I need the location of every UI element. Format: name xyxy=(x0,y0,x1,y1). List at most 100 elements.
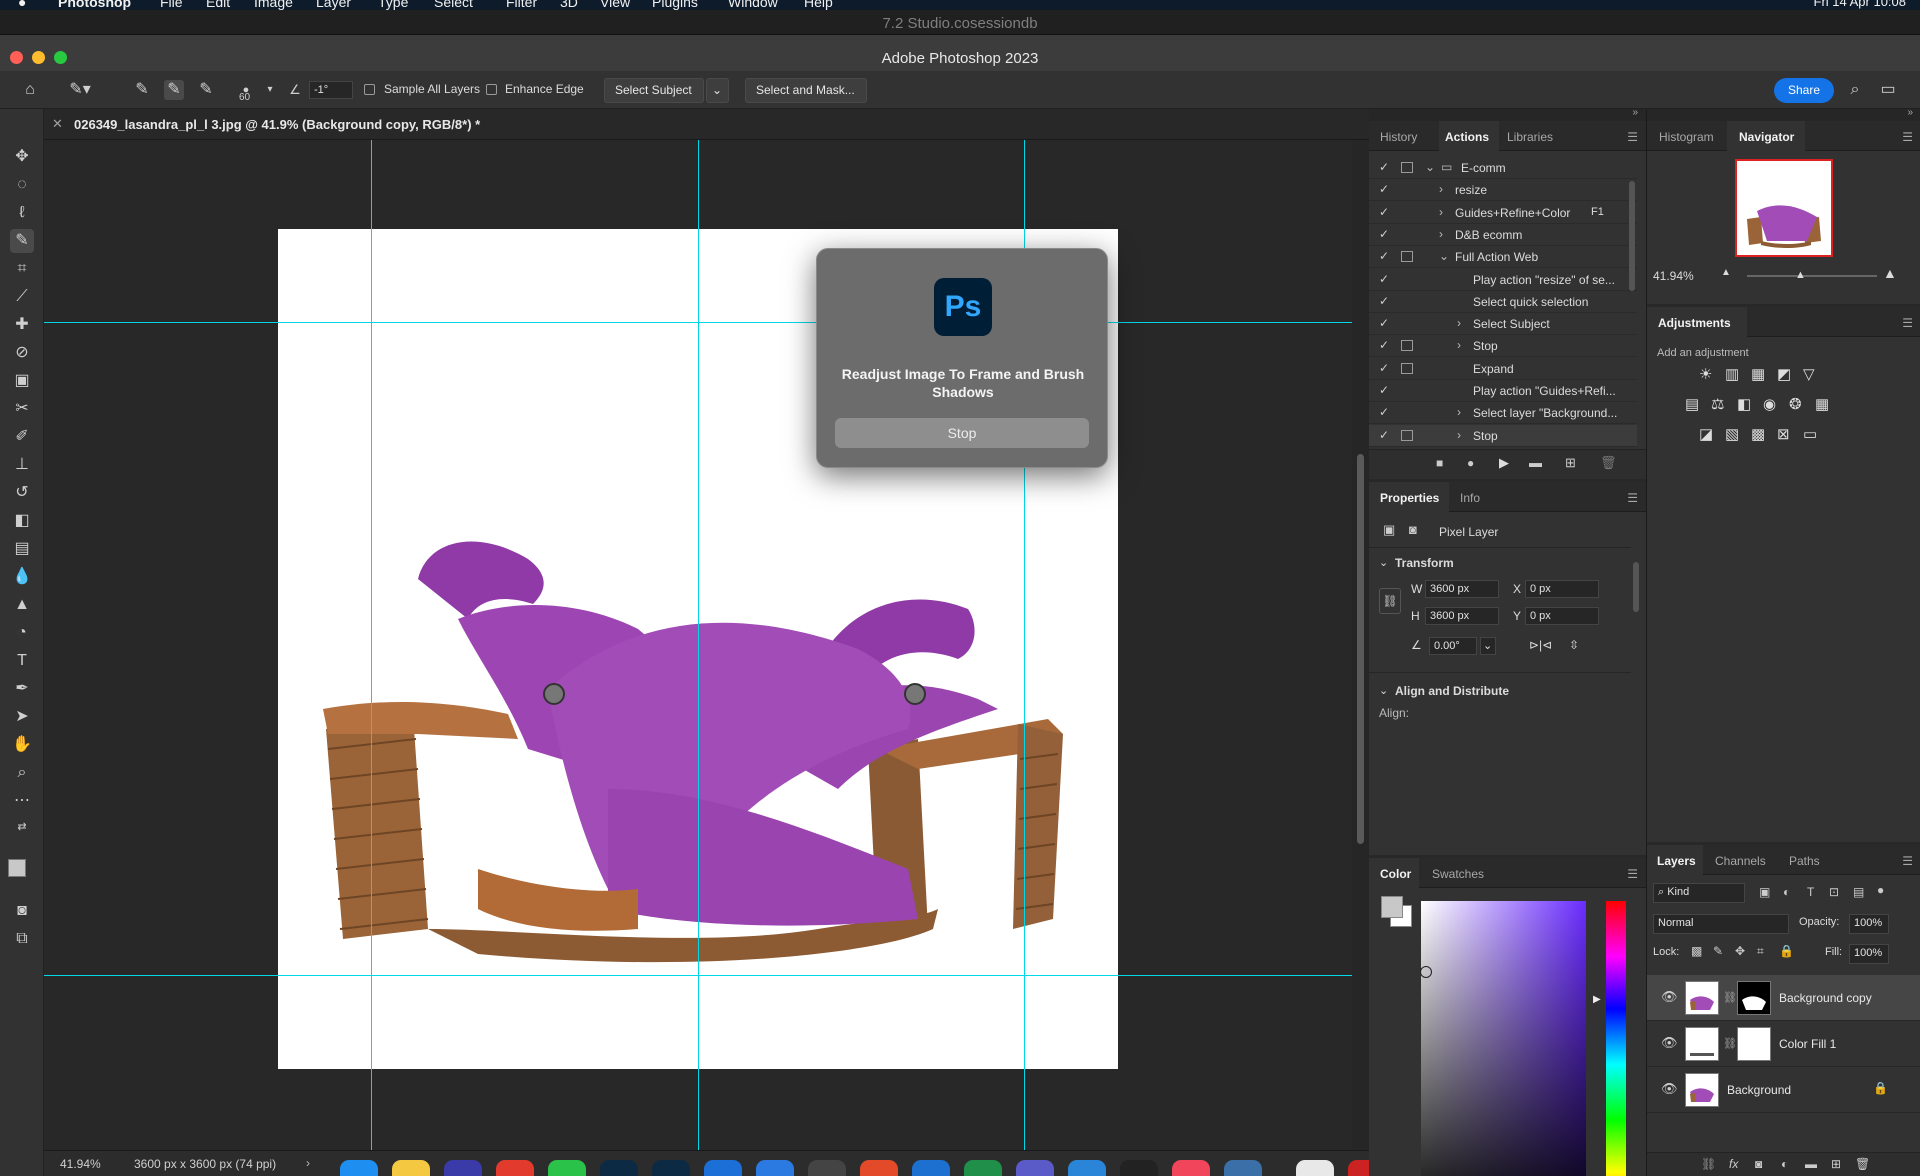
document-tab-title[interactable]: 026349_lasandra_pl_l 3.jpg @ 41.9% (Back… xyxy=(74,117,480,132)
lock-artboard-icon[interactable]: ⌗ xyxy=(1757,944,1764,959)
type-tool-icon[interactable]: T xyxy=(10,649,34,673)
blur-tool-icon[interactable]: 💧 xyxy=(10,565,34,589)
select-subject-button[interactable]: Select Subject xyxy=(604,78,704,103)
action-label[interactable]: Play action "Guides+Refi... xyxy=(1473,384,1616,398)
action-enabled-check-icon[interactable]: ✓ xyxy=(1379,182,1389,196)
navigator-zoom-slider[interactable] xyxy=(1747,275,1877,277)
transform-chevron-icon[interactable]: ⌄ xyxy=(1379,556,1388,569)
link-dimensions-icon[interactable]: ⛓ xyxy=(1379,588,1401,614)
action-label[interactable]: Guides+Refine+Color xyxy=(1455,206,1570,220)
panel-menu-icon[interactable]: ☰ xyxy=(1627,491,1638,505)
eraser-tool-icon[interactable]: ◧ xyxy=(10,509,34,533)
dialog-stop-button[interactable]: Stop xyxy=(835,418,1089,448)
panel-collapse-strip[interactable]: » xyxy=(1647,107,1920,121)
preview-icon[interactable] xyxy=(1224,1160,1262,1176)
action-enabled-check-icon[interactable]: ✓ xyxy=(1379,227,1389,241)
finder-icon[interactable] xyxy=(340,1160,378,1176)
delete-layer-icon[interactable]: 🗑 xyxy=(1855,1157,1870,1171)
sample-all-layers-checkbox[interactable] xyxy=(364,84,375,95)
teams-icon[interactable] xyxy=(1016,1160,1054,1176)
app-icon[interactable] xyxy=(444,1160,482,1176)
channel-mixer-icon[interactable]: ❂ xyxy=(1789,395,1802,413)
action-enabled-check-icon[interactable]: ✓ xyxy=(1379,338,1389,352)
filter-shape-icon[interactable]: ⊡ xyxy=(1829,885,1839,899)
filter-type-icon[interactable]: T xyxy=(1807,885,1814,899)
brightness-contrast-icon[interactable]: ☀ xyxy=(1699,365,1712,383)
action-row[interactable]: ✓ ⌄ Full Action Web xyxy=(1369,246,1637,269)
move-tool-icon[interactable]: ✥ xyxy=(10,145,34,169)
quick-mask-icon[interactable]: ◙ xyxy=(10,899,34,923)
share-button[interactable]: Share xyxy=(1774,78,1834,103)
brush-dropdown-chevron-icon[interactable]: ▾ xyxy=(260,80,280,100)
gradient-map-icon[interactable]: ▭ xyxy=(1803,425,1817,443)
chevron-right-icon[interactable]: › xyxy=(1457,316,1461,330)
layer-name[interactable]: Background xyxy=(1727,1083,1791,1097)
chrome-icon[interactable] xyxy=(496,1160,534,1176)
action-enabled-check-icon[interactable]: ✓ xyxy=(1379,272,1389,286)
new-group-icon[interactable]: ▬ xyxy=(1805,1157,1817,1171)
add-to-selection-brush-icon[interactable]: ✎ xyxy=(164,80,184,100)
action-row[interactable]: ✓ › Stop xyxy=(1369,424,1637,447)
dodge-tool-icon[interactable]: ◔ xyxy=(10,621,34,645)
app-store-icon[interactable] xyxy=(756,1160,794,1176)
layer-row-background[interactable]: 👁 Background 🔒 xyxy=(1647,1067,1920,1113)
menu-edit[interactable]: Edit xyxy=(206,0,230,10)
height-input[interactable]: 3600 px xyxy=(1425,607,1499,625)
tab-history[interactable]: History xyxy=(1380,130,1417,144)
align-chevron-icon[interactable]: ⌄ xyxy=(1379,684,1388,697)
layer-row-background-copy[interactable]: 👁 ⛓ Background copy xyxy=(1647,975,1920,1021)
layer-filter-kind-select[interactable]: ⌕ Kind xyxy=(1653,883,1745,903)
action-enabled-check-icon[interactable]: ✓ xyxy=(1379,160,1389,174)
tab-paths[interactable]: Paths xyxy=(1789,854,1820,868)
new-adjustment-icon[interactable]: ◐ xyxy=(1781,1157,1788,1171)
action-row[interactable]: ✓ ⌄ ▭ E-comm xyxy=(1369,157,1637,179)
menu-view[interactable]: View xyxy=(600,0,630,10)
action-label[interactable]: Play action "resize" of se... xyxy=(1473,273,1615,287)
pen-tool-icon[interactable]: ✒ xyxy=(10,677,34,701)
action-row[interactable]: ✓ › Guides+Refine+Color F1 xyxy=(1369,202,1637,224)
status-zoom[interactable]: 41.94% xyxy=(60,1157,101,1171)
panel-menu-icon[interactable]: ☰ xyxy=(1902,130,1913,144)
hue-slider[interactable] xyxy=(1606,901,1626,1176)
pixel-layer-icon[interactable]: ▣ xyxy=(1383,522,1395,538)
layer-name[interactable]: Color Fill 1 xyxy=(1779,1037,1836,1051)
color-balance-icon[interactable]: ⚖ xyxy=(1711,395,1724,413)
chevron-down-icon[interactable]: ⌄ xyxy=(1439,249,1449,263)
photo-filter-icon[interactable]: ◉ xyxy=(1763,395,1776,413)
eyedropper-tool-icon[interactable]: ⟋ xyxy=(10,285,34,309)
layer-mask-thumbnail[interactable] xyxy=(1737,1027,1771,1061)
action-row[interactable]: ✓ Play action "Guides+Refi... xyxy=(1369,380,1637,402)
actions-scrollbar-thumb[interactable] xyxy=(1629,181,1635,291)
zoom-window-button[interactable] xyxy=(54,51,67,64)
lock-image-icon[interactable]: ✎ xyxy=(1713,944,1723,958)
menu-type[interactable]: Type xyxy=(378,0,408,10)
chevron-right-icon[interactable]: › xyxy=(1457,405,1461,419)
scrollbar-thumb[interactable] xyxy=(1357,454,1364,844)
menu-filter[interactable]: Filter xyxy=(506,0,537,10)
panel-menu-icon[interactable]: ☰ xyxy=(1627,130,1638,144)
angle-input[interactable]: -1° xyxy=(309,81,353,99)
vibrance-icon[interactable]: ▽ xyxy=(1803,365,1815,383)
record-icon[interactable]: ● xyxy=(1467,456,1474,470)
menu-help[interactable]: Help xyxy=(804,0,833,10)
lock-all-icon[interactable]: 🔒 xyxy=(1779,944,1794,958)
action-enabled-check-icon[interactable]: ✓ xyxy=(1379,205,1389,219)
exposure-icon[interactable]: ◩ xyxy=(1777,365,1791,383)
healing-tool-icon[interactable]: ⊘ xyxy=(10,341,34,365)
close-window-button[interactable] xyxy=(10,51,23,64)
search-icon[interactable]: ⌕ xyxy=(1845,80,1865,100)
menu-3d[interactable]: 3D xyxy=(560,0,578,10)
clone-stamp-tool-icon[interactable]: ⊥ xyxy=(10,453,34,477)
workspace-icon[interactable]: ▭ xyxy=(1878,80,1898,100)
music-icon[interactable] xyxy=(1172,1160,1210,1176)
hand-tool-icon[interactable]: ✋ xyxy=(10,733,34,757)
x-input[interactable]: 0 px xyxy=(1525,580,1599,598)
navigator-preview[interactable] xyxy=(1735,159,1833,257)
notes-icon[interactable] xyxy=(392,1160,430,1176)
action-row[interactable]: ✓ › resize xyxy=(1369,179,1637,202)
close-document-icon[interactable]: ✕ xyxy=(52,116,63,132)
action-row[interactable]: ✓ Play action "resize" of se... xyxy=(1369,269,1637,291)
transform-header[interactable]: Transform xyxy=(1395,556,1454,570)
flip-horizontal-icon[interactable]: ⊳|⊲ xyxy=(1529,638,1552,652)
history-brush-tool-icon[interactable]: ↺ xyxy=(10,481,34,505)
